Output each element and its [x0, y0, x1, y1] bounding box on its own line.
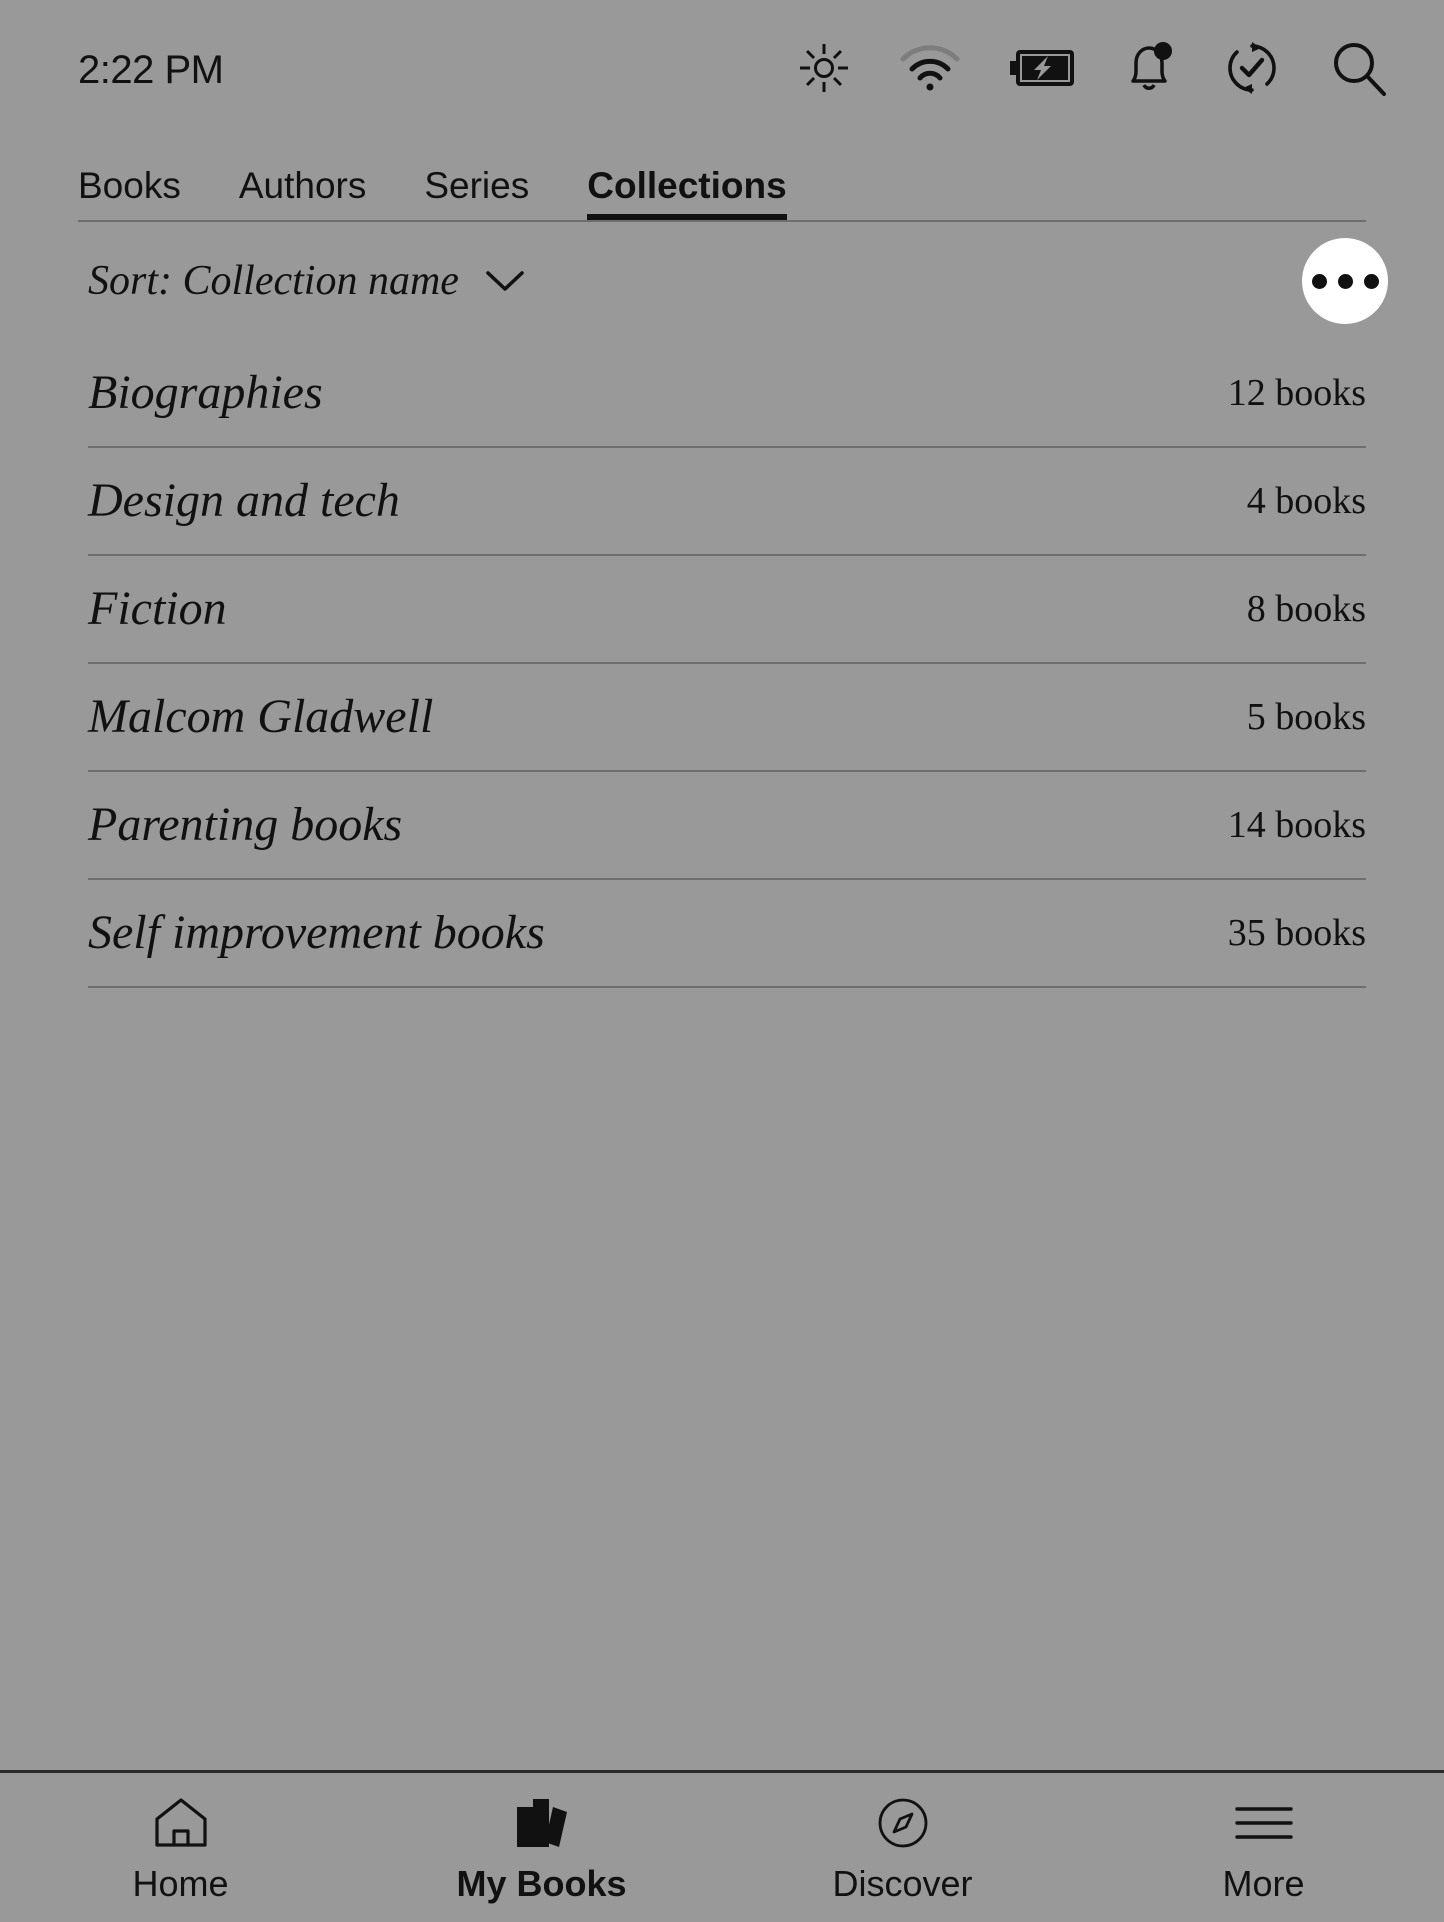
collection-row[interactable]: Biographies 12 books: [88, 340, 1366, 448]
collection-book-count: 5 books: [1246, 696, 1366, 738]
collection-list: Biographies 12 books Design and tech 4 b…: [0, 340, 1444, 1770]
collection-book-count: 8 books: [1246, 588, 1366, 630]
collection-row[interactable]: Self improvement books 35 books: [88, 880, 1366, 988]
sync-icon[interactable]: [1224, 40, 1280, 101]
collection-name: Design and tech: [88, 474, 400, 527]
hamburger-menu-icon: [1233, 1794, 1295, 1852]
collection-row[interactable]: Fiction 8 books: [88, 556, 1366, 664]
status-bar: 2:22 PM: [0, 0, 1444, 140]
nav-label-more: More: [1222, 1862, 1305, 1904]
status-time: 2:22 PM: [78, 48, 224, 92]
sort-label[interactable]: Sort: Collection name: [88, 260, 459, 302]
collection-book-count: 35 books: [1227, 912, 1366, 954]
tab-collections[interactable]: Collections: [587, 167, 788, 222]
sort-row: Sort: Collection name: [0, 222, 1444, 340]
more-horizontal-icon-dot: [1363, 273, 1379, 289]
nav-label-home: Home: [132, 1862, 229, 1904]
library-tab-bar: Books Authors Series Collections: [0, 140, 1444, 222]
search-icon[interactable]: [1330, 39, 1388, 102]
collection-row[interactable]: Design and tech 4 books: [88, 448, 1366, 556]
more-horizontal-icon-dot: [1311, 273, 1327, 289]
notification-bell-icon[interactable]: [1124, 41, 1174, 100]
collection-book-count: 12 books: [1227, 372, 1366, 414]
tab-authors[interactable]: Authors: [239, 167, 367, 222]
more-options-button[interactable]: [1302, 238, 1388, 324]
collection-row[interactable]: Malcom Gladwell 5 books: [88, 664, 1366, 772]
collection-name: Malcom Gladwell: [88, 690, 434, 743]
collection-name: Fiction: [88, 582, 227, 635]
chevron-down-icon[interactable]: [485, 269, 525, 293]
brightness-icon[interactable]: [798, 42, 850, 99]
tab-books[interactable]: Books: [78, 167, 181, 222]
nav-item-discover[interactable]: Discover: [722, 1773, 1083, 1922]
nav-label-my-books: My Books: [456, 1862, 627, 1904]
nav-item-home[interactable]: Home: [0, 1773, 361, 1922]
wifi-icon[interactable]: [900, 44, 960, 96]
collection-name: Parenting books: [88, 798, 403, 851]
home-icon: [152, 1794, 210, 1852]
ereader-screen: 2:22 PM Books Authors Series Collections…: [0, 0, 1444, 1922]
status-bar-icons: [798, 39, 1388, 102]
nav-item-my-books[interactable]: My Books: [361, 1773, 722, 1922]
collection-name: Self improvement books: [88, 906, 545, 959]
books-icon: [511, 1794, 573, 1852]
collection-row[interactable]: Parenting books 14 books: [88, 772, 1366, 880]
tab-series[interactable]: Series: [424, 167, 529, 222]
collection-book-count: 14 books: [1227, 804, 1366, 846]
compass-icon: [876, 1794, 930, 1852]
battery-charging-icon[interactable]: [1010, 49, 1074, 92]
collection-book-count: 4 books: [1246, 480, 1366, 522]
more-horizontal-icon-dot: [1337, 273, 1353, 289]
bottom-navigation-bar: Home My Books Discover More: [0, 1770, 1444, 1922]
nav-label-discover: Discover: [832, 1862, 973, 1904]
nav-item-more[interactable]: More: [1083, 1773, 1444, 1922]
collection-name: Biographies: [88, 366, 323, 419]
